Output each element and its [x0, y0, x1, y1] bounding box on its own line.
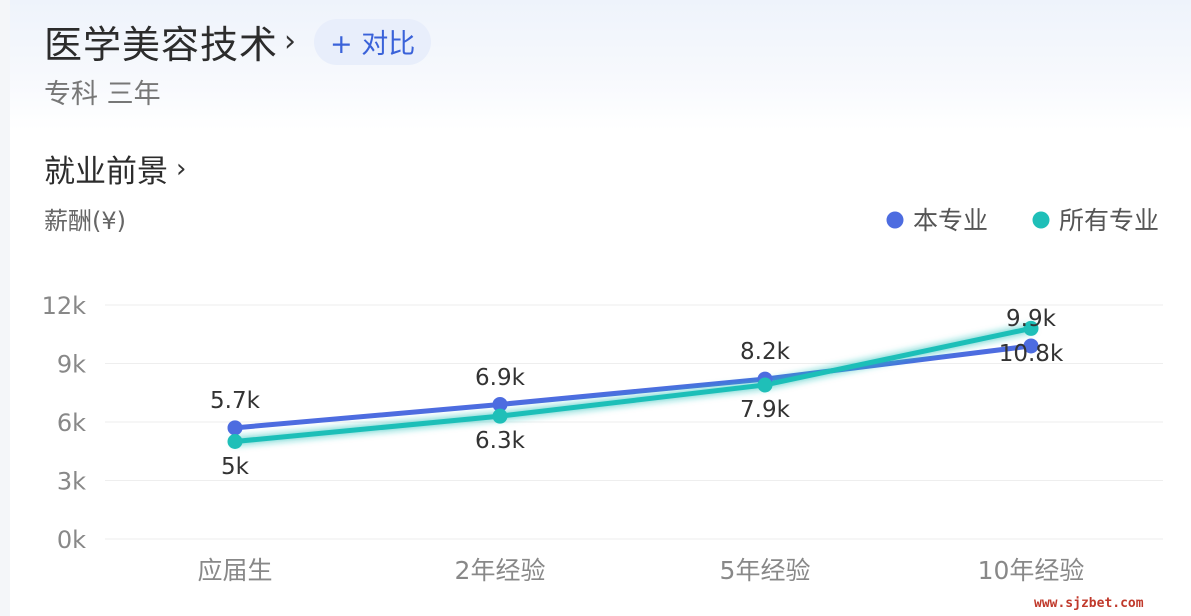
- data-label: 7.9k: [740, 397, 791, 423]
- y-tick-label: 6k: [57, 409, 86, 437]
- data-point: [757, 377, 773, 393]
- chevron-right-icon[interactable]: ›: [284, 24, 296, 59]
- data-label: 5k: [221, 454, 250, 480]
- major-subtitle: 专科 三年: [44, 79, 161, 110]
- y-tick-label: 0k: [57, 526, 86, 554]
- series-line: [232, 325, 1034, 444]
- y-axis-label: 薪酬(¥): [44, 207, 126, 235]
- data-point: [492, 408, 508, 424]
- y-tick-label: 12k: [42, 292, 87, 320]
- title-row[interactable]: 医学美容技术 › + 对比: [44, 14, 432, 69]
- y-tick-label: 3k: [57, 468, 86, 496]
- data-point: [227, 420, 243, 436]
- legend-marker: [1032, 211, 1050, 229]
- legend-marker: [886, 211, 904, 229]
- major-title: 医学美容技术: [44, 23, 279, 67]
- salary-line-chart: 薪酬(¥) 本专业 所有专业 0k 3k 6k 9k 12k 应届生 2年经验 5年经验 10年经验 5…: [42, 206, 1163, 585]
- x-tick-label: 10年经验: [978, 556, 1085, 585]
- watermark: www.sjzbet.com: [1034, 596, 1144, 611]
- section-title: 就业前景: [44, 154, 168, 190]
- compare-button[interactable]: + 对比: [314, 18, 432, 65]
- x-tick-label: 5年经验: [720, 556, 811, 585]
- compare-label: + 对比: [330, 29, 416, 60]
- data-label: 6.9k: [475, 365, 526, 391]
- data-point: [227, 434, 243, 449]
- legend-label: 所有专业: [1059, 206, 1159, 235]
- section-header[interactable]: 就业前景 ›: [44, 146, 186, 191]
- legend-label: 本专业: [913, 206, 988, 235]
- data-label: 6.3k: [475, 428, 526, 454]
- chevron-right-icon[interactable]: ›: [176, 154, 186, 184]
- x-tick-label: 2年经验: [455, 556, 546, 585]
- data-label: 10.8k: [999, 341, 1064, 367]
- y-tick-label: 9k: [57, 351, 86, 379]
- series-line: [232, 343, 1034, 431]
- data-label: 5.7k: [210, 388, 261, 414]
- data-label: 8.2k: [740, 339, 791, 365]
- x-tick-label: 应届生: [197, 556, 272, 585]
- data-label: 9.9k: [1006, 306, 1057, 332]
